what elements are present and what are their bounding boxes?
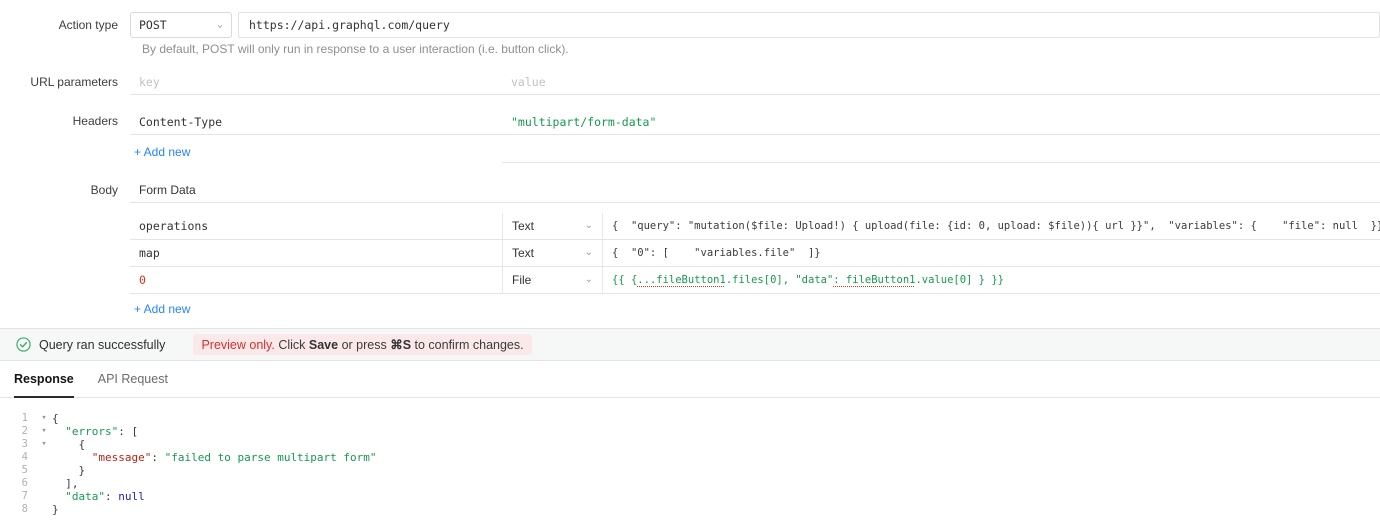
body-type-dropdown[interactable]: Text ⌄: [502, 240, 602, 267]
headers-row: Headers Content-Type "multipart/form-dat…: [0, 109, 1380, 135]
line-number: 6: [21, 477, 28, 489]
line-number: 2: [21, 425, 28, 437]
body-type-row: Body Form Data: [0, 177, 1380, 203]
line-number: 8: [21, 503, 28, 515]
api-query-editor: Action type POST ⌄ By default, POST will…: [0, 12, 1380, 516]
body-type-value: Text: [512, 246, 535, 260]
headers-empty-value-rule: [502, 141, 1380, 163]
headers-label: Headers: [72, 114, 118, 128]
body-value-field[interactable]: {{ {...fileButton1 .files[0], "data": fil…: [602, 267, 1380, 294]
code-line: 3 ▾ {: [0, 438, 1380, 451]
tab-api-request[interactable]: API Request: [98, 361, 168, 398]
body-type-dropdown[interactable]: Text ⌄: [502, 213, 602, 240]
header-value-field[interactable]: "multipart/form-data": [502, 109, 1380, 135]
body-row-file: 0 File ⌄ {{ {...fileButton1 .files[0], "d…: [0, 267, 1380, 294]
line-number: 1: [21, 412, 28, 424]
body-type-value: File: [512, 273, 532, 287]
header-key-field[interactable]: Content-Type: [130, 109, 502, 135]
headers-addnew-row: + Add new: [0, 141, 1380, 163]
code-line: 2 ▾ "errors": [: [0, 425, 1380, 438]
chevron-down-icon: ⌄: [584, 220, 593, 231]
chevron-down-icon: ⌄: [216, 19, 223, 30]
post-helper-text: By default, POST will only run in respon…: [142, 42, 569, 56]
body-value-field[interactable]: { "0": [ "variables.file" ]}: [602, 240, 1380, 267]
body-type-dropdown[interactable]: File ⌄: [502, 267, 602, 294]
body-label: Body: [90, 183, 118, 197]
body-value-field[interactable]: { "query": "mutation($file: Upload!) { u…: [602, 213, 1380, 240]
body-row-operations: operations Text ⌄ { "query": "mutation($…: [0, 213, 1380, 240]
body-key-field[interactable]: map: [130, 240, 502, 267]
body-table: operations Text ⌄ { "query": "mutation($…: [0, 213, 1380, 320]
line-number: 5: [21, 464, 28, 476]
fold-toggle-icon[interactable]: ▾: [36, 438, 52, 451]
url-input[interactable]: [238, 12, 1380, 38]
code-line: 4 "message": "failed to parse multipart …: [0, 451, 1380, 464]
url-param-key-cell: [130, 69, 502, 95]
preview-warning-text: Preview only. Click Save or press ⌘S to …: [193, 334, 532, 355]
line-number: 4: [21, 451, 28, 463]
url-params-label: URL parameters: [30, 75, 118, 89]
method-value: POST: [139, 18, 167, 32]
body-add-new-button[interactable]: + Add new: [134, 302, 190, 316]
tab-response[interactable]: Response: [14, 361, 74, 398]
url-param-key-input[interactable]: [139, 74, 493, 89]
status-bar: Query ran successfully Preview only. Cli…: [0, 328, 1380, 361]
code-line: 8 }: [0, 503, 1380, 516]
chevron-down-icon: ⌄: [584, 274, 593, 285]
success-check-icon: [16, 337, 31, 352]
code-line: 6 ],: [0, 477, 1380, 490]
fold-toggle-icon[interactable]: ▾: [36, 425, 52, 438]
headers-add-new-button[interactable]: + Add new: [134, 145, 190, 159]
action-type-label: Action type: [58, 18, 118, 32]
url-param-value-cell: [502, 69, 1380, 95]
url-param-value-input[interactable]: [511, 74, 1371, 89]
code-line: 7 "data": null: [0, 490, 1380, 503]
body-key-field[interactable]: 0: [130, 267, 502, 294]
fold-toggle-icon[interactable]: ▾: [36, 412, 52, 425]
code-line: 1 ▾ {: [0, 412, 1380, 425]
line-number: 3: [21, 438, 28, 450]
body-row-map: map Text ⌄ { "0": [ "variables.file" ]}: [0, 240, 1380, 267]
code-line: 5 }: [0, 464, 1380, 477]
url-params-row: URL parameters: [0, 69, 1380, 95]
result-tabs: Response API Request: [0, 361, 1380, 398]
response-json-viewer: 1 ▾ { 2 ▾ "errors": [ 3 ▾ { 4 "message":…: [0, 398, 1380, 516]
body-type-value: Text: [512, 219, 535, 233]
action-type-row: Action type POST ⌄: [0, 12, 1380, 38]
body-type-select[interactable]: Form Data: [130, 177, 1380, 203]
line-number: 7: [21, 490, 28, 502]
body-addnew-row: + Add new: [0, 298, 1380, 320]
chevron-down-icon: ⌄: [584, 247, 593, 258]
body-key-field[interactable]: operations: [130, 213, 502, 240]
query-status-text: Query ran successfully: [39, 337, 166, 352]
method-select[interactable]: POST ⌄: [130, 12, 232, 38]
